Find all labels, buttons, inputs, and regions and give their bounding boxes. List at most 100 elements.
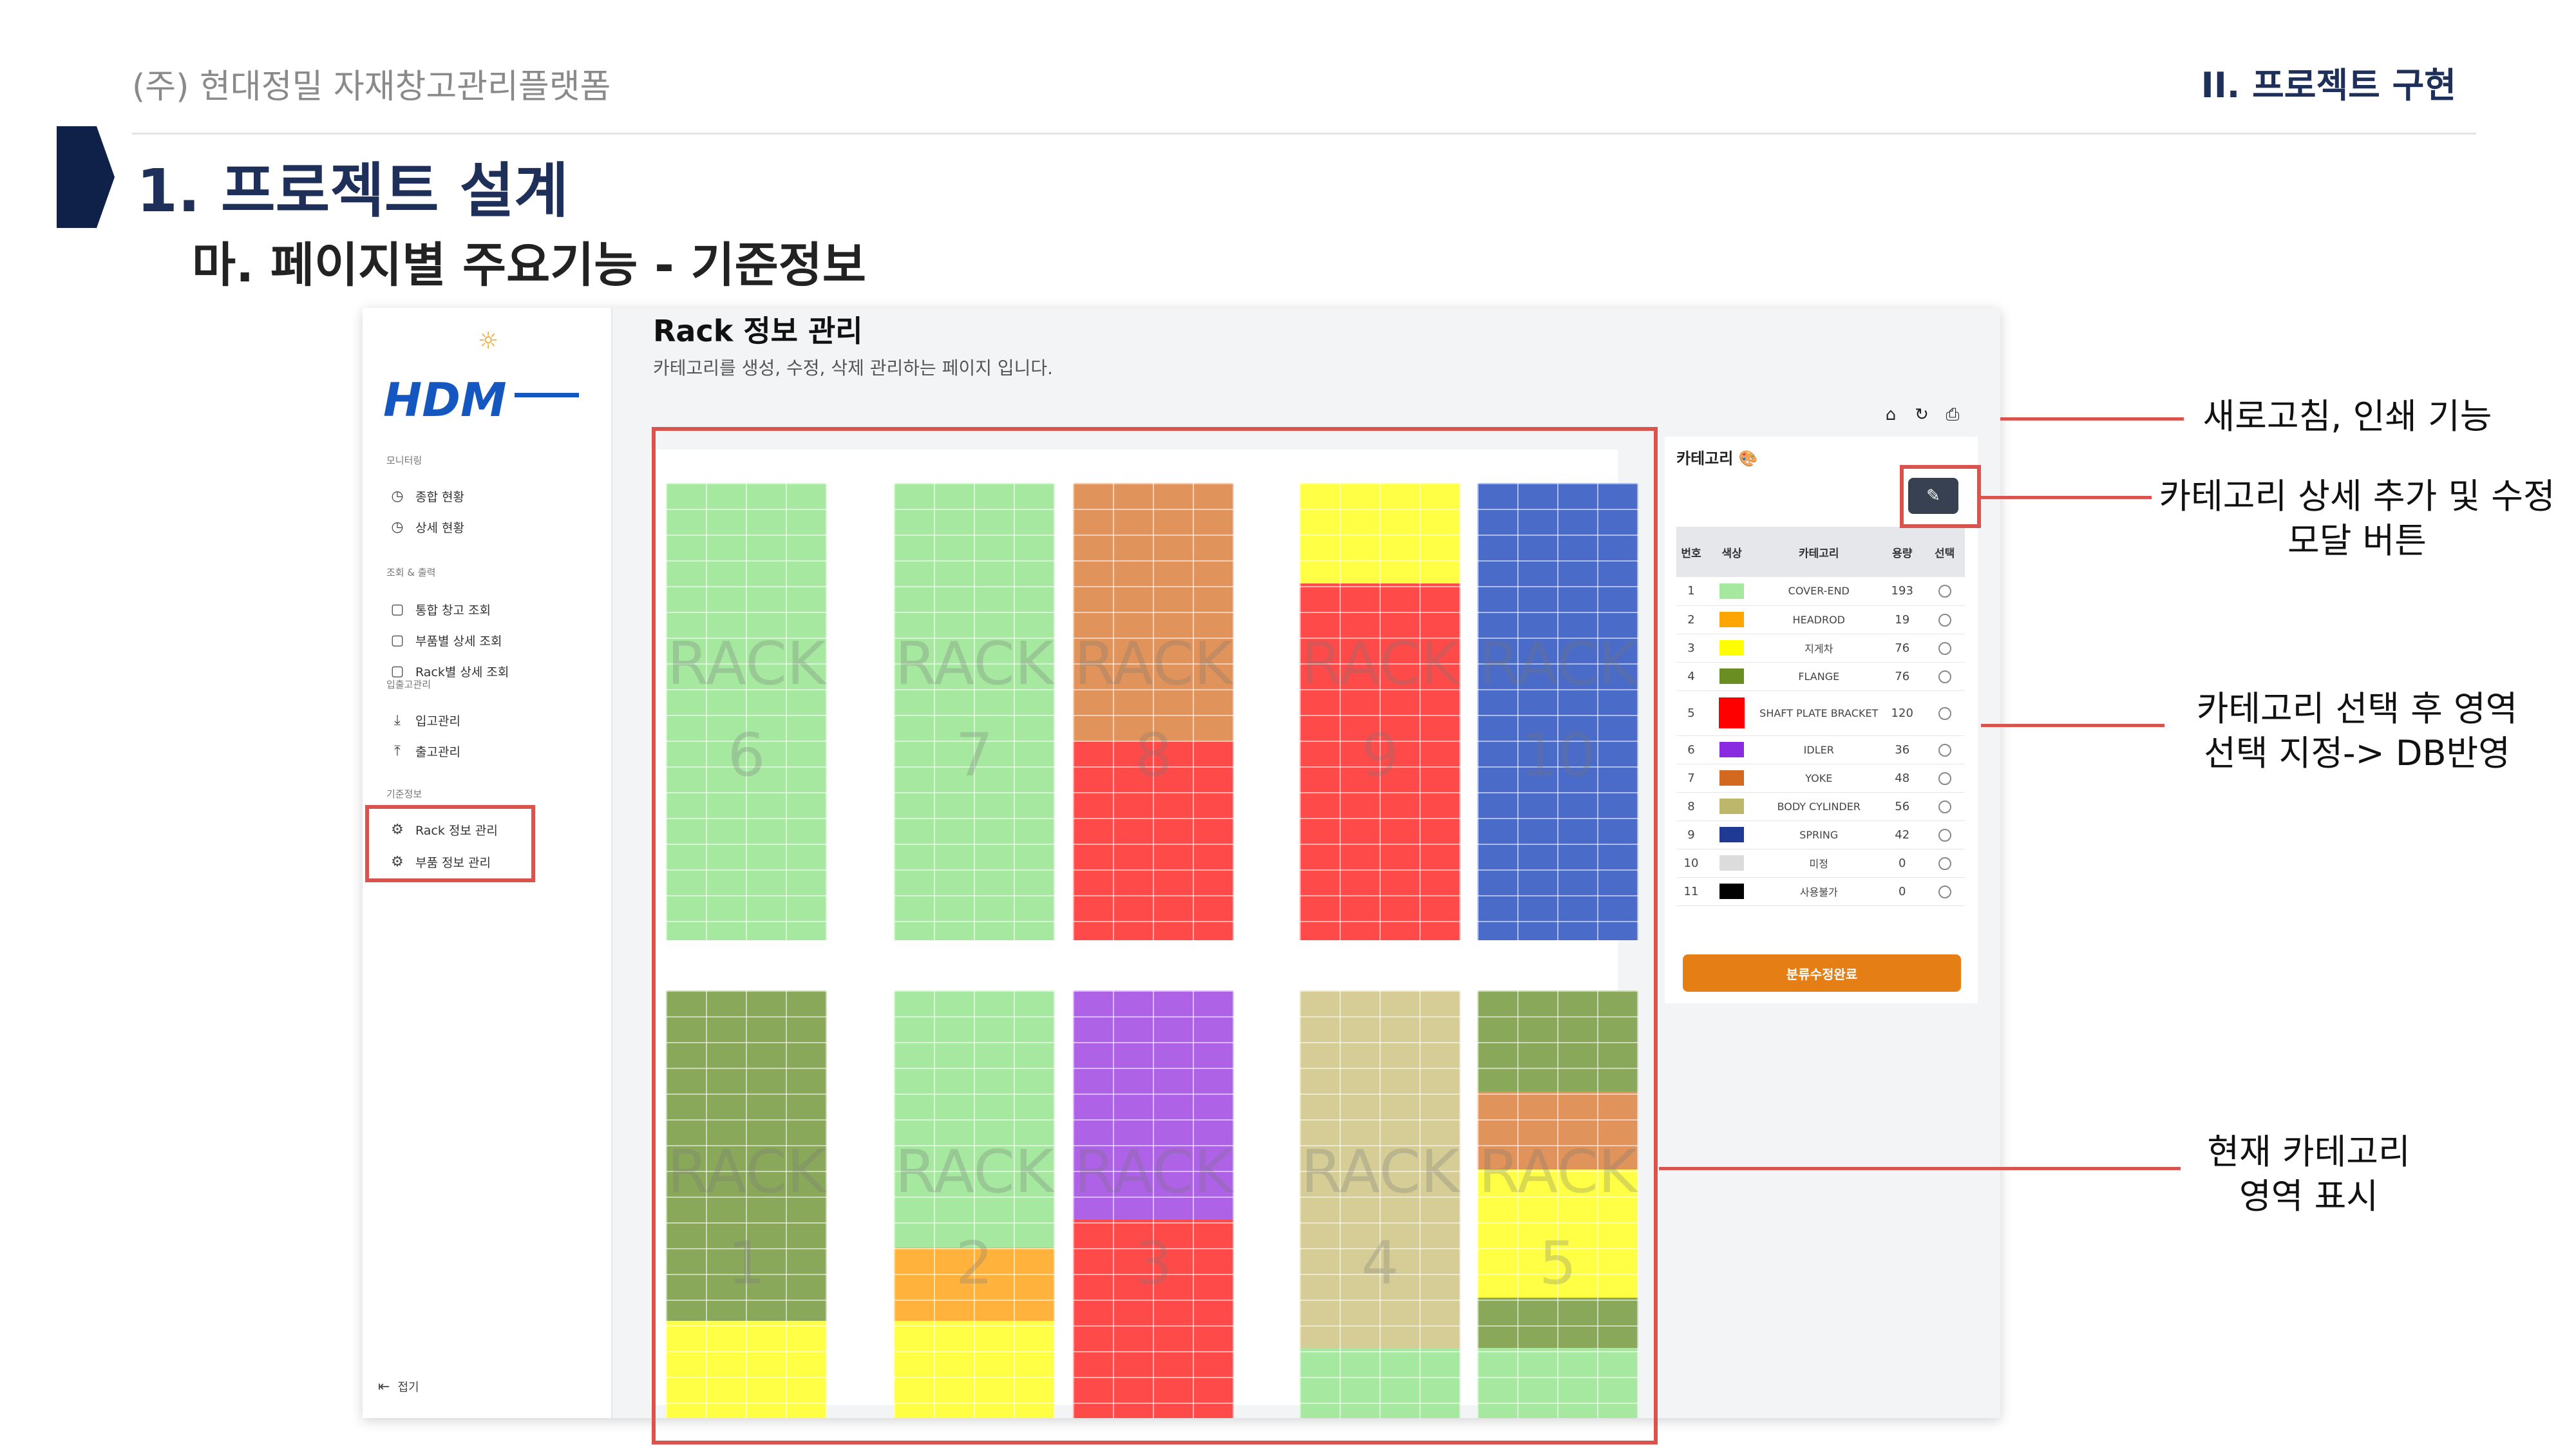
category-qty: 48 xyxy=(1880,764,1925,793)
document-icon: ▢ xyxy=(390,601,404,618)
category-radio[interactable] xyxy=(1938,613,1951,627)
category-row[interactable]: 7 YOKE 48 xyxy=(1676,764,1965,793)
category-radio[interactable] xyxy=(1938,670,1951,683)
print-icon[interactable]: ⎙ xyxy=(1943,405,1962,424)
category-name: YOKE xyxy=(1757,764,1880,793)
category-color-swatch xyxy=(1719,583,1745,599)
category-row[interactable]: 3 지게차 76 xyxy=(1676,634,1965,663)
category-qty: 19 xyxy=(1880,605,1925,634)
category-radio[interactable] xyxy=(1938,706,1951,720)
sidebar-group-label: 입출고관리 xyxy=(386,679,431,690)
highlight-sidebar-rack-menu xyxy=(365,805,535,882)
category-color-swatch xyxy=(1719,640,1745,656)
category-no: 2 xyxy=(1676,605,1706,634)
download-icon: ⤓ xyxy=(394,712,401,728)
category-select-cell[interactable] xyxy=(1924,690,1965,736)
annotation-modal-button: 카테고리 상세 추가 및 수정 모달 버튼 xyxy=(2159,476,2555,562)
classification-done-button[interactable]: 분류수정완료 xyxy=(1683,954,1961,992)
category-select-cell[interactable] xyxy=(1924,849,1965,878)
slide-org-title: (주) 현대정밀 자재창고관리플랫폼 xyxy=(132,68,611,106)
category-color-cell xyxy=(1706,764,1758,793)
category-select-cell[interactable] xyxy=(1924,792,1965,821)
category-select-cell[interactable] xyxy=(1924,634,1965,663)
category-row[interactable]: 5 SHAFT PLATE BRACKET 120 xyxy=(1676,690,1965,736)
category-radio[interactable] xyxy=(1938,885,1951,898)
category-row[interactable]: 11 사용불가 0 xyxy=(1676,877,1965,906)
sidebar-item-label: 부품별 상세 조회 xyxy=(415,634,502,649)
category-no: 5 xyxy=(1676,690,1706,736)
category-select-cell[interactable] xyxy=(1924,605,1965,634)
category-title: 카테고리 🎨 xyxy=(1676,450,1758,468)
logo-text: HDM xyxy=(383,374,507,427)
home-icon[interactable]: ⌂ xyxy=(1881,405,1900,424)
annotation-current-area: 현재 카테고리 영역 표시 xyxy=(2207,1132,2410,1217)
header-select: 선택 xyxy=(1924,527,1965,577)
slide-section-title: II. 프로젝트 구현 xyxy=(2201,65,2456,106)
category-color-swatch xyxy=(1719,855,1745,871)
category-row[interactable]: 9 SPRING 42 xyxy=(1676,820,1965,849)
highlight-rack-area xyxy=(652,427,1658,1444)
category-row[interactable]: 8 BODY CYLINDER 56 xyxy=(1676,792,1965,821)
refresh-icon[interactable]: ↻ xyxy=(1912,405,1931,424)
annotation-line-refresh xyxy=(2000,417,2184,421)
category-color-swatch xyxy=(1719,827,1745,842)
category-row[interactable]: 10 미정 0 xyxy=(1676,849,1965,878)
category-row[interactable]: 1 COVER-END 193 xyxy=(1676,577,1965,606)
category-radio[interactable] xyxy=(1938,857,1951,870)
category-select-cell[interactable] xyxy=(1924,877,1965,906)
slide-chevron-marker xyxy=(57,126,115,228)
category-name: SPRING xyxy=(1757,820,1880,849)
sidebar-item[interactable]: ▢ 통합 창고 조회 xyxy=(388,596,491,622)
category-qty: 193 xyxy=(1880,577,1925,606)
sidebar-item[interactable]: ◷ 종합 현황 xyxy=(388,483,464,509)
category-select-cell[interactable] xyxy=(1924,735,1965,764)
category-select-cell[interactable] xyxy=(1924,764,1965,793)
sidebar-group-label: 기준정보 xyxy=(386,788,422,800)
category-row[interactable]: 2 HEADROD 19 xyxy=(1676,605,1965,634)
theme-sun-icon[interactable]: ☼ xyxy=(469,322,507,361)
category-radio[interactable] xyxy=(1938,800,1951,813)
page-title: Rack 정보 관리 xyxy=(653,314,863,348)
slide-divider xyxy=(132,133,2476,135)
category-radio[interactable] xyxy=(1938,772,1951,785)
palette-icon: 🎨 xyxy=(1738,450,1758,468)
category-qty: 0 xyxy=(1880,849,1925,878)
sidebar-group-label: 조회 & 출력 xyxy=(386,567,436,578)
sidebar-item-label: 입고관리 xyxy=(415,714,460,728)
fold-button[interactable]: ⇤ 접기 xyxy=(378,1378,419,1395)
sidebar-item[interactable]: ◷ 상세 현황 xyxy=(388,514,464,540)
slide-heading: 1. 프로젝트 설계 xyxy=(137,156,569,225)
category-radio[interactable] xyxy=(1938,743,1951,757)
clock-icon: ◷ xyxy=(391,518,404,535)
category-qty: 76 xyxy=(1880,634,1925,663)
category-no: 10 xyxy=(1676,849,1706,878)
annotation-line-modal xyxy=(1981,496,2152,499)
category-qty: 36 xyxy=(1880,735,1925,764)
category-select-cell[interactable] xyxy=(1924,662,1965,691)
category-color-swatch xyxy=(1719,668,1745,684)
sidebar-item[interactable]: ⤒ 출고관리 xyxy=(388,738,460,764)
category-row[interactable]: 4 FLANGE 76 xyxy=(1676,662,1965,691)
sidebar-item[interactable]: ⤓ 입고관리 xyxy=(388,707,460,733)
category-table-header: 번호 색상 카테고리 용량 선택 xyxy=(1676,527,1965,577)
category-radio[interactable] xyxy=(1938,641,1951,655)
category-no: 9 xyxy=(1676,820,1706,849)
category-color-cell xyxy=(1706,735,1758,764)
sidebar-item[interactable]: ▢ 부품별 상세 조회 xyxy=(388,627,502,653)
category-color-cell xyxy=(1706,690,1758,736)
category-qty: 42 xyxy=(1880,820,1925,849)
category-table: 번호 색상 카테고리 용량 선택 1 COVER-END 193 2 HEADROD 19… xyxy=(1676,527,1965,906)
clock-icon: ◷ xyxy=(391,488,404,504)
category-select-cell[interactable] xyxy=(1924,820,1965,849)
category-qty: 0 xyxy=(1880,877,1925,906)
category-row[interactable]: 6 IDLER 36 xyxy=(1676,735,1965,764)
category-select-cell[interactable] xyxy=(1924,577,1965,606)
category-radio[interactable] xyxy=(1938,585,1951,598)
category-radio[interactable] xyxy=(1938,828,1951,842)
page-description: 카테고리를 생성, 수정, 삭제 관리하는 페이지 입니다. xyxy=(653,357,1054,379)
category-color-swatch xyxy=(1719,697,1745,728)
category-color-cell xyxy=(1706,792,1758,821)
slide-subheading: 마. 페이지별 주요기능 - 기준정보 xyxy=(192,238,866,293)
annotation-line-select xyxy=(1981,724,2164,727)
category-name: SHAFT PLATE BRACKET xyxy=(1757,690,1880,736)
